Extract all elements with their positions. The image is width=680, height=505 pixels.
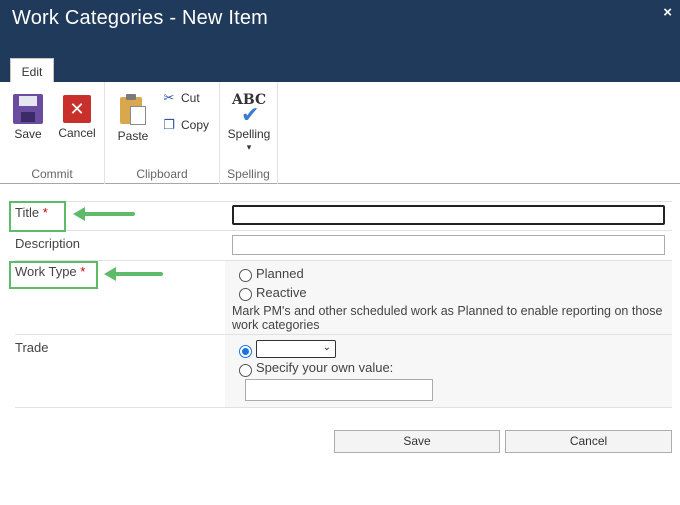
copy-label: Copy (181, 118, 210, 132)
window-title: Work Categories - New Item (12, 7, 269, 29)
work-type-annotation-arrow (104, 267, 163, 281)
title-annotation-arrow (73, 207, 135, 221)
cancel-icon: ✕ (63, 95, 91, 123)
paste-button[interactable]: Paste (110, 94, 156, 143)
custom-trade-input[interactable] (245, 379, 433, 401)
row-divider (15, 201, 672, 202)
copy-button[interactable]: ❐ Copy (161, 117, 209, 133)
cancel-button[interactable]: Cancel (505, 430, 672, 453)
trade-label: Trade (15, 340, 49, 355)
title-bar: Work Categories - New Item × Edit (0, 0, 680, 82)
cancel-ribbon-button[interactable]: ✕ Cancel (54, 94, 100, 140)
close-icon[interactable]: × (663, 4, 672, 21)
title-input[interactable] (232, 205, 665, 225)
spelling-icon: ABC ✔ (231, 92, 267, 127)
save-ribbon-label: Save (14, 127, 42, 141)
save-ribbon-button[interactable]: Save (5, 94, 51, 141)
cut-button[interactable]: ✂ Cut (161, 90, 200, 106)
cut-label: Cut (181, 91, 200, 105)
save-button[interactable]: Save (334, 430, 500, 453)
ribbon: Save ✕ Cancel Commit Paste ✂ Cut ❐ Copy … (0, 82, 680, 184)
clipboard-group-label: Clipboard (136, 167, 188, 181)
spelling-group-label: Spelling (227, 167, 270, 181)
trade-dropdown[interactable]: ⌄ (256, 340, 336, 358)
option-planned-label: Planned (256, 266, 304, 281)
tab-edit[interactable]: Edit (10, 58, 54, 82)
spelling-group: ABC ✔ Spelling ▾ Spelling (220, 82, 278, 184)
copy-icon: ❐ (163, 117, 175, 132)
radio-reactive[interactable] (239, 288, 252, 301)
work-type-highlight-box (9, 261, 98, 289)
custom-value-label: Specify your own value: (256, 360, 394, 375)
checkmark-icon: ✔ (241, 102, 260, 127)
paste-icon (118, 94, 148, 126)
chevron-down-icon: ⌄ (322, 342, 331, 353)
save-icon (13, 94, 43, 124)
row-divider (15, 230, 672, 231)
commit-group-label: Commit (31, 167, 73, 181)
clipboard-group: Paste ✂ Cut ❐ Copy Clipboard (105, 82, 220, 184)
title-highlight-box (9, 201, 66, 232)
cancel-ribbon-label: Cancel (58, 126, 96, 140)
radio-trade-select[interactable] (239, 345, 252, 358)
row-divider (15, 407, 672, 408)
chevron-down-icon[interactable]: ▾ (225, 142, 273, 153)
paste-label: Paste (117, 129, 149, 143)
work-type-help-text: Mark PM's and other scheduled work as Pl… (232, 304, 663, 332)
spelling-button[interactable]: ABC ✔ Spelling ▾ (225, 92, 273, 153)
radio-planned[interactable] (239, 269, 252, 282)
description-label: Description (15, 236, 81, 251)
spelling-label: Spelling (227, 127, 271, 141)
radio-trade-custom[interactable] (239, 364, 252, 377)
option-reactive-label: Reactive (256, 285, 307, 300)
description-input[interactable] (232, 235, 665, 255)
scissors-icon: ✂ (163, 90, 175, 105)
commit-group: Save ✕ Cancel Commit (0, 82, 105, 184)
